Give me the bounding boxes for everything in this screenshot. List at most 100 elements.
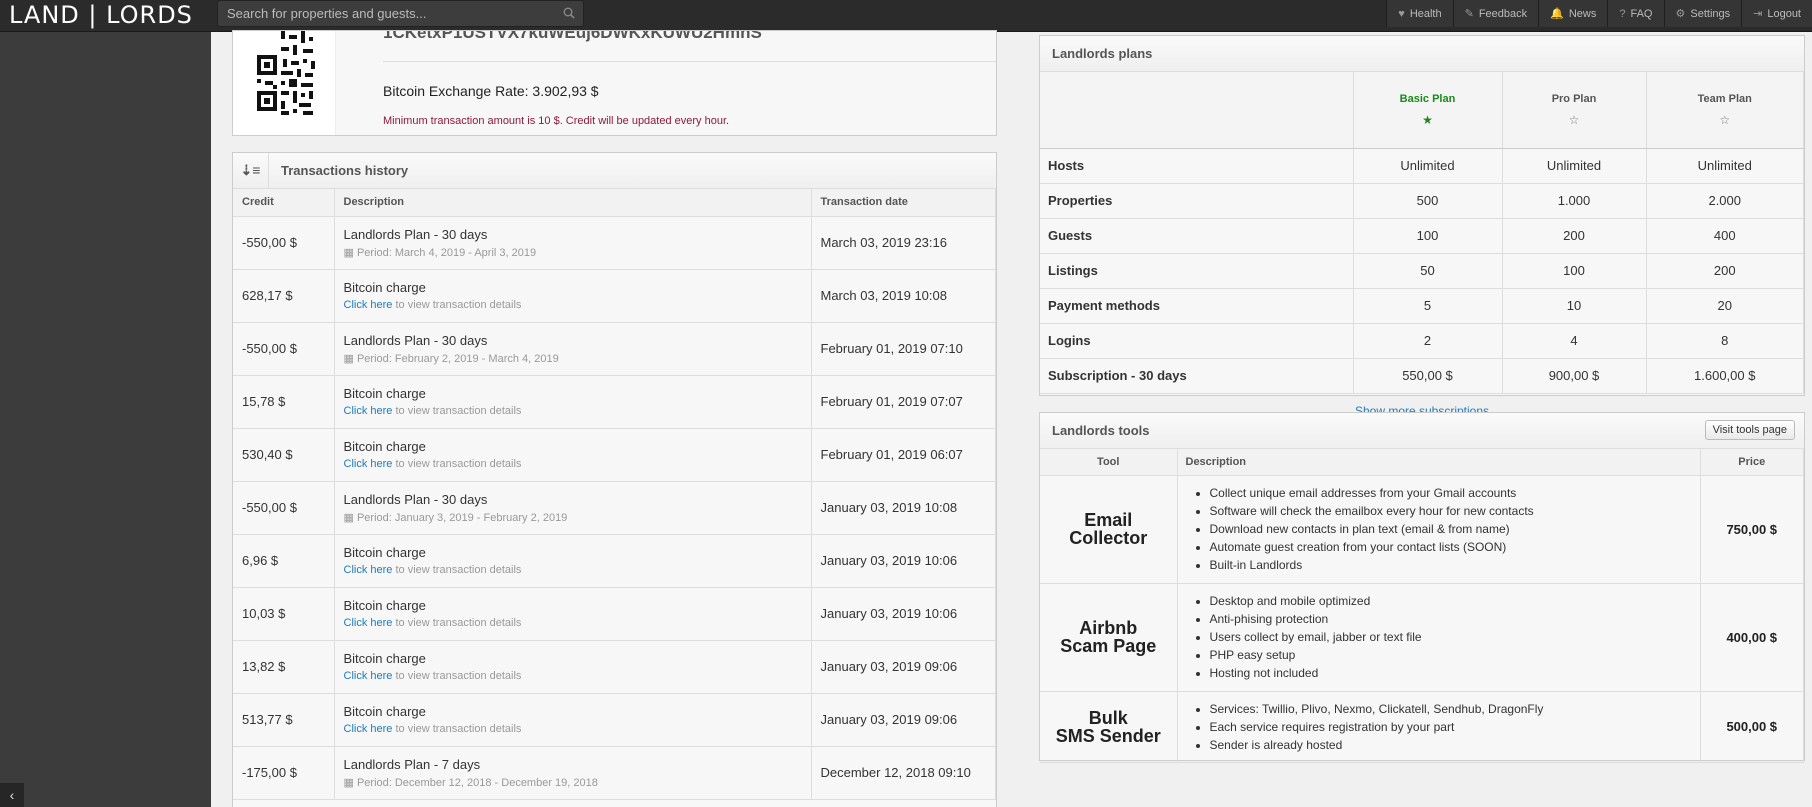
feature-value: 900,00 $ [1502,358,1647,394]
top-navbar: LAND | LORDS ♥ Health ✎ Feedback 🔔 News? FAQ ⚙ S… [0,0,1812,32]
feature-value: 200 [1646,253,1804,289]
bitcoin-address[interactable]: 1CKetxP1USTVX7kuWEuj6DWKxKUWU2HmnS [383,31,762,43]
transaction-period: ▦ Period: December 12, 2018 - December 1… [344,776,802,789]
star-outline-icon[interactable]: ☆ [1503,113,1646,127]
sort-icon[interactable]: ⇣≡ [233,153,269,189]
date-cell: February 01, 2019 07:07 [811,375,996,429]
nav-faq[interactable]: ? FAQ [1607,0,1664,27]
tool-feature: Download new contacts in plan text (emai… [1210,520,1700,538]
credit-cell: 13,82 $ [233,640,335,694]
nav-logout[interactable]: ⇥ Logout [1741,0,1812,27]
view-details-link[interactable]: Click here [344,299,393,311]
view-details-link[interactable]: Click here [344,617,393,629]
feature-value: 5 [1353,288,1503,324]
tool-description: Collect unique email addresses from your… [1177,475,1701,584]
period-text: Period: March 4, 2019 - April 3, 2019 [356,246,537,259]
table-row: 513,77 $ Bitcoin charge Click here to view… [233,693,996,747]
credit-cell: -550,00 $ [233,216,335,270]
description-cell: Landlords Plan - 30 days ▦ Period: Februa… [334,322,812,376]
feature-value: 20 [1646,288,1804,324]
table-row: -550,00 $ Landlords Plan - 30 days ▦ Perio… [233,322,996,376]
nav-feedback[interactable]: ✎ Feedback [1452,0,1539,27]
app-logo[interactable]: LAND | LORDS [9,1,193,29]
table-row: 628,17 $ Bitcoin charge Click here to view… [233,269,996,323]
view-details-link[interactable]: Click here [344,670,393,682]
visit-tools-page-button[interactable]: Visit tools page [1704,420,1795,440]
tool-description: Services: Twillio, Plivo, Nexmo, Clickat… [1177,691,1701,763]
tool-feature: Hosting not included [1210,664,1700,682]
tool-name-line-2: Collector [1069,528,1148,548]
nav-settings[interactable]: ⚙ Settings [1663,0,1742,27]
qr-code-icon [257,31,315,115]
plans-corner-cell [1040,72,1354,149]
date-cell: February 01, 2019 07:10 [811,322,996,376]
transactions-history-header: ⇣≡ Transactions history [233,153,996,189]
credit-cell: 628,17 $ [233,269,335,323]
column-header-description: Description [1177,449,1701,476]
plans-table: Basic Plan ★ Pro Plan ☆ Team Plan ☆ Hosts Unli… [1040,72,1804,394]
feature-label: Guests [1040,218,1354,254]
feature-value: 100 [1353,218,1503,254]
feature-value: 400 [1646,218,1804,254]
feature-value: 50 [1353,253,1503,289]
tool-name-line-1: Airbnb [1079,618,1138,638]
tool-feature: Collect unique email addresses from your… [1210,484,1700,502]
transaction-period: ▦ Period: January 3, 2019 - February 2, … [344,511,802,524]
tool-name-line-1: Email [1084,510,1133,530]
feature-value: 2.000 [1646,183,1804,219]
tool-feature: Users collect by email, jabber or text f… [1210,628,1700,646]
column-header-description[interactable]: Description [334,189,812,217]
details-text: to view transaction details [392,564,522,576]
transaction-details: Click here to view transaction details [344,670,802,682]
tool-name-line-1: Bulk [1088,707,1128,728]
period-text: Period: January 3, 2019 - February 2, 20… [356,511,568,524]
description-cell: Landlords Plan - 30 days ▦ Period: March … [334,216,812,270]
column-header-credit[interactable]: Credit [233,189,335,217]
plan-feature-row: Properties 500 1.000 2.000 [1040,183,1804,219]
view-details-link[interactable]: Click here [344,723,393,735]
plan-header-team-plan[interactable]: Team Plan ☆ [1646,72,1804,149]
view-details-link[interactable]: Click here [344,405,393,417]
column-header-price: Price [1700,449,1804,476]
view-details-link[interactable]: Click here [344,564,393,576]
transaction-details: Click here to view transaction details [344,723,802,735]
transaction-title: Landlords Plan - 30 days [343,491,488,507]
view-details-link[interactable]: Click here [344,458,393,470]
column-header-tool: Tool [1040,449,1178,476]
credit-cell: 10,03 $ [233,587,335,641]
credit-cell: -175,00 $ [233,746,335,800]
nav-news[interactable]: 🔔 News [1538,0,1608,27]
transaction-details: Click here to view transaction details [344,458,802,470]
credit-cell: 6,96 $ [233,534,335,588]
feature-value: 10 [1502,288,1647,324]
nav-label: Health [1409,7,1442,20]
search-icon[interactable] [563,7,575,19]
feature-value: Unlimited [1646,148,1804,184]
plan-feature-row: Payment methods 5 10 20 [1040,288,1804,324]
landlords-tools-header: Landlords tools Visit tools page [1040,413,1804,449]
nav-label: FAQ [1630,7,1653,20]
sidebar-collapse-button[interactable]: ‹ [0,783,24,807]
description-cell: Bitcoin charge Click here to view transac… [334,587,812,641]
nav-health[interactable]: ♥ Health [1386,0,1453,27]
star-filled-icon[interactable]: ★ [1354,113,1502,127]
feature-value: 550,00 $ [1353,358,1503,394]
column-header-transaction-date[interactable]: Transaction date [811,189,996,217]
table-row: 13,82 $ Bitcoin charge Click here to view … [233,640,996,694]
calendar-icon: ▦ [343,246,357,259]
logout-icon: ⇥ [1753,8,1763,20]
search-input[interactable] [218,1,583,26]
nav-label: Feedback [1478,7,1528,20]
plan-header-basic-plan[interactable]: Basic Plan ★ [1353,72,1503,149]
table-row: 6,96 $ Bitcoin charge Click here to view t… [233,534,996,588]
star-outline-icon[interactable]: ☆ [1647,113,1804,127]
feature-value: Unlimited [1502,148,1647,184]
date-cell: February 01, 2019 06:07 [811,428,996,482]
bitcoin-exchange-rate: Bitcoin Exchange Rate: 3.902,93 $ [383,83,599,99]
bell-icon: 🔔 [1550,8,1564,20]
date-cell: March 03, 2019 10:08 [811,269,996,323]
tool-price: 400,00 $ [1700,583,1804,692]
feature-value: 8 [1646,323,1804,359]
plan-header-pro-plan[interactable]: Pro Plan ☆ [1502,72,1647,149]
heart-icon: ♥ [1398,7,1405,20]
